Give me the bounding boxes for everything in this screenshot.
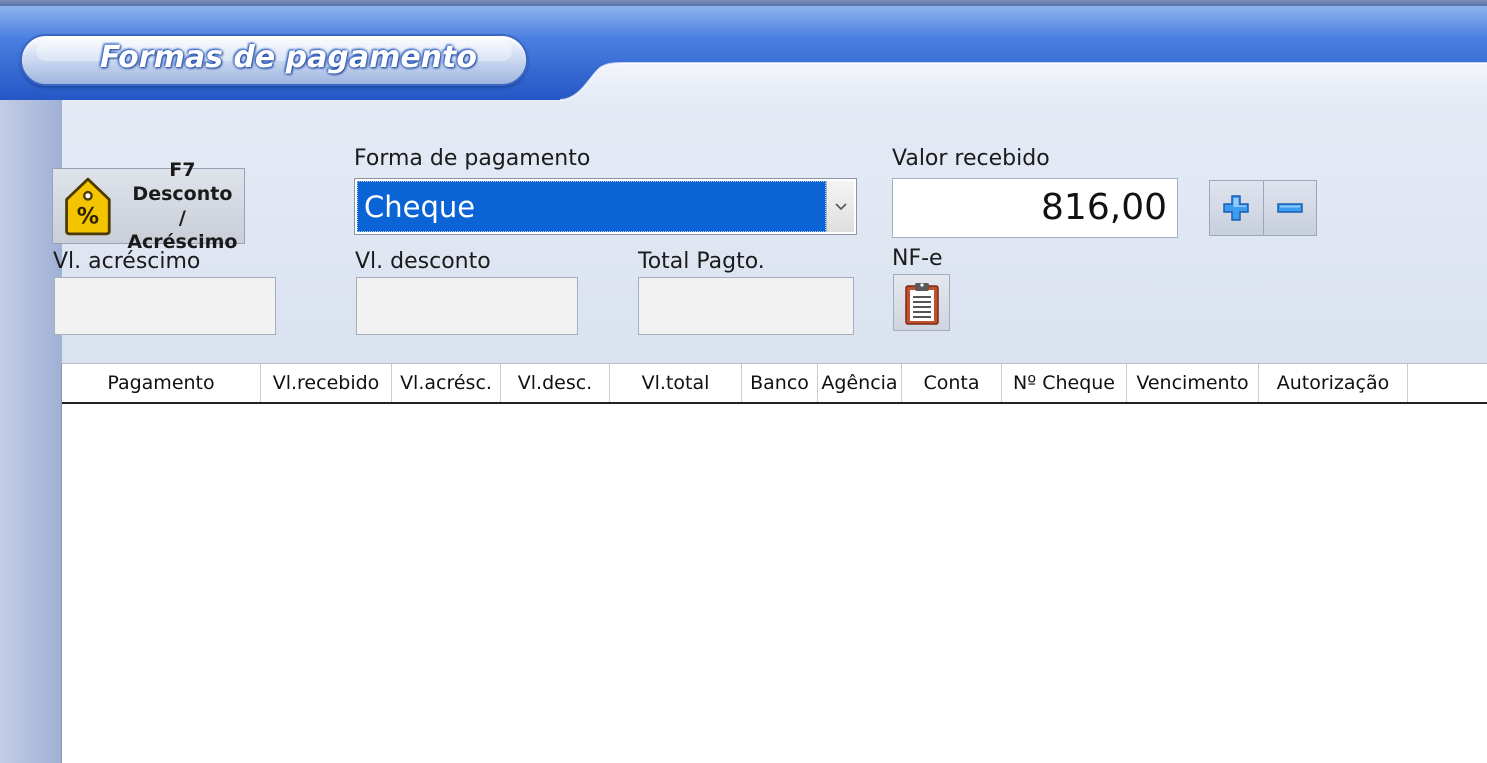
col-autorizacao[interactable]: Autorização [1259, 364, 1408, 402]
valor-recebido-input[interactable]: 816,00 [892, 178, 1178, 238]
grid-header: Pagamento Vl.recebido Vl.acrésc. Vl.desc… [62, 364, 1487, 404]
col-pagamento[interactable]: Pagamento [62, 364, 261, 402]
clipboard-icon [904, 282, 939, 325]
chevron-down-icon[interactable] [826, 181, 854, 232]
remove-payment-button[interactable] [1262, 181, 1316, 235]
col-vl-desc[interactable]: Vl.desc. [501, 364, 610, 402]
forma-pagamento-label: Forma de pagamento [354, 146, 591, 171]
payment-window: Formas de pagamento % F7 Desconto / Acré… [0, 0, 1487, 763]
col-conta[interactable]: Conta [902, 364, 1002, 402]
col-agencia[interactable]: Agência [818, 364, 902, 402]
col-vl-total[interactable]: Vl.total [610, 364, 742, 402]
col-vencimento[interactable]: Vencimento [1127, 364, 1259, 402]
percent-tag-icon: % [65, 177, 111, 236]
plus-icon [1223, 195, 1250, 221]
add-payment-button[interactable] [1210, 181, 1263, 235]
window-title: Formas de pagamento [100, 40, 477, 75]
minus-icon [1277, 203, 1303, 213]
col-n-cheque[interactable]: Nº Cheque [1002, 364, 1127, 402]
nfe-button[interactable] [893, 274, 950, 331]
desconto-label: Vl. desconto [355, 249, 491, 274]
svg-text:%: % [77, 204, 99, 230]
discount-surcharge-button[interactable]: % F7 Desconto / Acréscimo [52, 159, 245, 253]
acrescimo-label: Vl. acréscimo [53, 249, 201, 274]
desconto-input[interactable] [356, 277, 578, 335]
nfe-label: NF-e [892, 246, 943, 271]
discount-button-label-2: / Acréscimo [127, 207, 238, 253]
total-pagto-input[interactable] [638, 277, 854, 335]
acrescimo-input[interactable] [54, 277, 276, 335]
add-remove-group [1209, 180, 1317, 236]
col-vl-recebido[interactable]: Vl.recebido [261, 364, 392, 402]
col-vl-acresc[interactable]: Vl.acrésc. [392, 364, 501, 402]
total-pagto-label: Total Pagto. [638, 249, 765, 274]
forma-pagamento-selected: Cheque [357, 181, 826, 232]
discount-button-label-1: F7 Desconto [132, 159, 233, 205]
valor-recebido-label: Valor recebido [892, 146, 1050, 171]
forma-pagamento-select[interactable]: Cheque [354, 178, 857, 235]
col-banco[interactable]: Banco [742, 364, 818, 402]
payments-grid[interactable]: Pagamento Vl.recebido Vl.acrésc. Vl.desc… [61, 363, 1487, 763]
